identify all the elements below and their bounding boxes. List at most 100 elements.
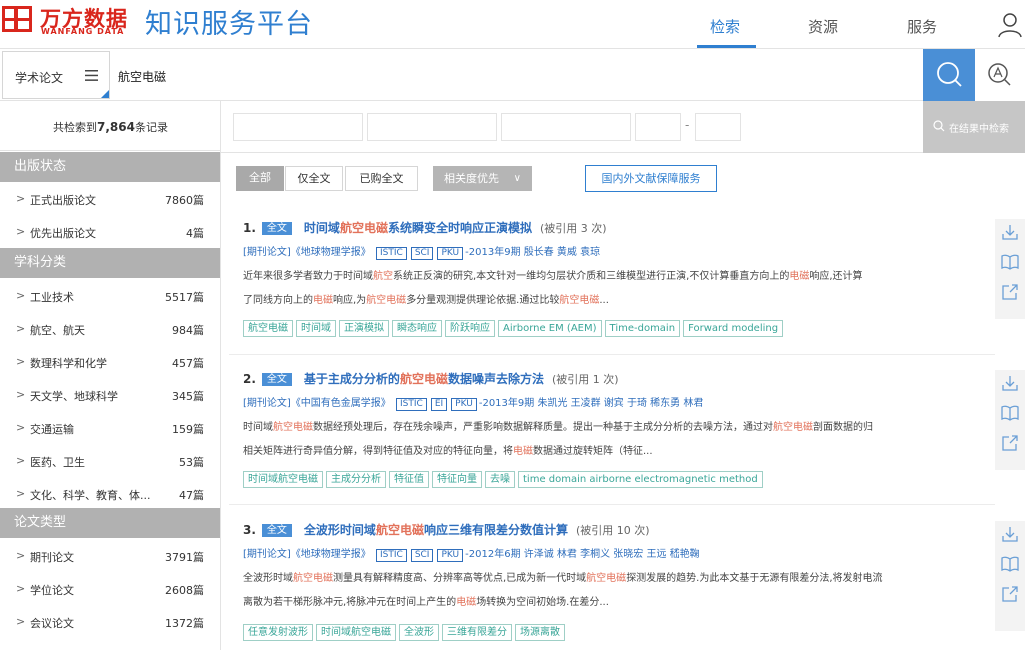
top-header: 万方数据 WANFANG DATA 知识服务平台 检索 资源 服务 — [0, 0, 1025, 48]
sidebar-item[interactable]: > 期刊论文 3791篇 — [0, 539, 220, 572]
export-icon[interactable] — [1001, 283, 1019, 301]
title-text: 时间域 — [303, 221, 340, 235]
keyword-tag[interactable]: 正演模拟 — [339, 320, 389, 337]
search-input[interactable]: 航空电磁 — [118, 68, 166, 85]
journal-link[interactable]: [期刊论文]《地球物理学报》 — [243, 247, 371, 258]
title-filter-input[interactable] — [233, 113, 363, 141]
download-icon[interactable] — [1001, 374, 1019, 392]
nav-services[interactable]: 服务 — [907, 16, 937, 37]
sidebar-item[interactable]: > 医药、卫生 53篇 — [0, 444, 220, 477]
sidebar-item-count: 159篇 — [172, 423, 204, 436]
sidebar-item[interactable]: > 正式出版论文 7860篇 — [0, 182, 220, 215]
keyword-list: 航空电磁 时间域 正演模拟 瞬态响应 阶跃响应 Airborne EM (AEM) Time… — [243, 320, 786, 337]
citation-count[interactable]: (被引用 1 次) — [552, 373, 619, 386]
result-title-link[interactable]: 全波形时间域航空电磁响应三维有限差分数值计算 — [304, 523, 568, 537]
keyword-tag[interactable]: 三维有限差分 — [442, 624, 512, 641]
keyword-filter-input[interactable] — [501, 113, 631, 141]
result-title-link[interactable]: 基于主成分分析的航空电磁数据噪声去除方法 — [304, 372, 544, 386]
export-icon[interactable] — [1001, 434, 1019, 452]
issue-authors[interactable]: -2012年6期 许泽诚 林君 李桐义 张晓宏 王远 嵇艳鞠 — [465, 549, 700, 560]
export-icon[interactable] — [1001, 585, 1019, 603]
tab-purchased[interactable]: 已购全文 — [345, 166, 418, 191]
search-in-results-button[interactable]: 在结果中检索 — [923, 101, 1025, 153]
fulltext-tag[interactable]: 全文 — [261, 222, 292, 235]
keyword-tag[interactable]: 主成分分析 — [326, 471, 386, 488]
sort-dropdown[interactable]: 相关度优先 ∨ — [433, 166, 532, 191]
author-filter-input[interactable] — [367, 113, 497, 141]
wanfang-logo-icon[interactable] — [2, 6, 32, 32]
search-button[interactable] — [923, 49, 975, 101]
issue-authors[interactable]: -2013年9期 殷长春 黄威 袁琼 — [465, 247, 600, 258]
keyword-tag[interactable]: 时间域航空电磁 — [316, 624, 396, 641]
download-icon[interactable] — [1001, 223, 1019, 241]
result-actions — [995, 219, 1025, 319]
nav-resources[interactable]: 资源 — [808, 16, 838, 37]
journal-link[interactable]: [期刊论文]《中国有色金属学报》 — [243, 398, 391, 409]
search-scope-dropdown[interactable]: 学术论文 — [2, 51, 110, 99]
abstract-text: 全波形时域 — [243, 573, 293, 584]
keyword-tag[interactable]: 特征向量 — [432, 471, 482, 488]
keyword-tag[interactable]: Time-domain — [604, 320, 681, 337]
group-title-paper-type[interactable]: 论文类型 — [0, 508, 220, 538]
sidebar-item-label: 航空、航天 — [30, 324, 85, 337]
keyword-tag[interactable]: 阶跃响应 — [445, 320, 495, 337]
sidebar-item[interactable]: > 文化、科学、教育、体... 47篇 — [0, 477, 220, 510]
result-meta: [期刊论文]《中国有色金属学报》 ISTIC EI PKU -2013年9期 朱凯光 … — [243, 394, 703, 411]
book-icon[interactable] — [1001, 253, 1019, 271]
advanced-search-button[interactable] — [975, 49, 1025, 101]
result-meta: [期刊论文]《地球物理学报》 ISTIC SCI PKU -2013年9期 殷长春 黄… — [243, 243, 600, 260]
sidebar-item[interactable]: > 天文学、地球科学 345篇 — [0, 378, 220, 411]
keyword-tag[interactable]: Forward modeling — [683, 320, 784, 337]
keyword-tag[interactable]: 特征值 — [389, 471, 429, 488]
group-title-subject[interactable]: 学科分类 — [0, 248, 220, 278]
nav-search[interactable]: 检索 — [710, 16, 740, 37]
tab-fulltext-only[interactable]: 仅全文 — [285, 166, 343, 191]
issue-authors[interactable]: -2013年9期 朱凯光 王凌群 谢宾 于琦 稀东勇 林君 — [479, 398, 704, 409]
download-icon[interactable] — [1001, 525, 1019, 543]
platform-title[interactable]: 知识服务平台 — [145, 2, 313, 41]
sidebar-item[interactable]: > 优先出版论文 4篇 — [0, 215, 220, 248]
journal-link[interactable]: [期刊论文]《地球物理学报》 — [243, 549, 371, 560]
keyword-tag[interactable]: 全波形 — [399, 624, 439, 641]
abstract-text: 数据经预处理后，存在残余噪声，严重影响数据解释质量。提出一种基于主成分分析的去噪… — [313, 422, 773, 433]
citation-count[interactable]: (被引用 3 次) — [540, 222, 607, 235]
brand-name-en: WANFANG DATA — [41, 27, 125, 36]
keyword-tag[interactable]: 去噪 — [485, 471, 515, 488]
index-badge: PKU — [451, 398, 477, 411]
abstract-highlight: 航空电磁 — [293, 573, 333, 584]
doc-service-button[interactable]: 国内外文献保障服务 — [585, 165, 717, 192]
year-end-input[interactable] — [695, 113, 741, 141]
sidebar-item-label: 数理科学和化学 — [30, 357, 107, 370]
result-title-link[interactable]: 时间域航空电磁系统瞬变全时响应正演模拟 — [304, 221, 532, 235]
abstract-highlight: 航空 — [373, 271, 393, 282]
book-icon[interactable] — [1001, 404, 1019, 422]
citation-count[interactable]: (被引用 10 次) — [576, 524, 650, 537]
sidebar-item-count: 4篇 — [186, 227, 204, 240]
keyword-tag[interactable]: 任意发射波形 — [243, 624, 313, 641]
fulltext-tag[interactable]: 全文 — [261, 524, 292, 537]
sidebar-item-count: 3791篇 — [165, 551, 204, 564]
sidebar-item[interactable]: > 工业技术 5517篇 — [0, 279, 220, 312]
keyword-tag[interactable]: 时间域 — [296, 320, 336, 337]
sidebar-item[interactable]: > 航空、航天 984篇 — [0, 312, 220, 345]
keyword-tag[interactable]: 场源离散 — [515, 624, 565, 641]
sidebar-item[interactable]: > 数理科学和化学 457篇 — [0, 345, 220, 378]
keyword-tag[interactable]: time domain airborne electromagnetic met… — [518, 471, 763, 488]
tab-all[interactable]: 全部 — [236, 166, 284, 191]
sidebar-item[interactable]: > 学位论文 2608篇 — [0, 572, 220, 605]
sort-label: 相关度优先 — [444, 172, 499, 185]
chevron-down-icon: ∨ — [513, 173, 521, 184]
abstract-text: 探测发展的趋势.为此本文基于无源有限差分法,将发射电流 — [626, 573, 883, 584]
abstract-highlight: 电磁 — [513, 446, 533, 457]
book-icon[interactable] — [1001, 555, 1019, 573]
year-start-input[interactable] — [635, 113, 681, 141]
user-icon[interactable] — [998, 12, 1022, 38]
keyword-tag[interactable]: 航空电磁 — [243, 320, 293, 337]
sidebar-item[interactable]: > 会议论文 1372篇 — [0, 605, 220, 638]
sidebar-item[interactable]: > 交通运输 159篇 — [0, 411, 220, 444]
group-title-publish-status[interactable]: 出版状态 — [0, 152, 220, 182]
keyword-tag[interactable]: Airborne EM (AEM) — [498, 320, 602, 337]
keyword-tag[interactable]: 时间域航空电磁 — [243, 471, 323, 488]
fulltext-tag[interactable]: 全文 — [261, 373, 292, 386]
keyword-tag[interactable]: 瞬态响应 — [392, 320, 442, 337]
